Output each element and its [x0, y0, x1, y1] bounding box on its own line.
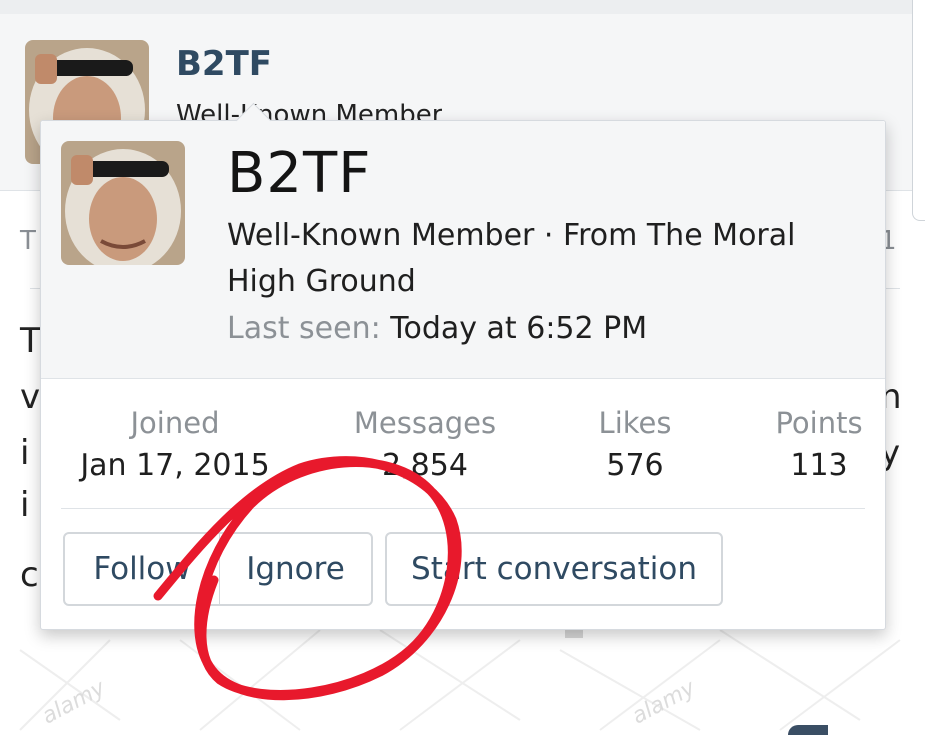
card-username[interactable]: B2TF — [227, 141, 371, 206]
follow-button[interactable]: Follow — [63, 532, 220, 606]
last-seen-value: Today at 6:52 PM — [390, 311, 648, 346]
top-strip — [0, 0, 925, 14]
stat-likes: Likes 576 — [575, 404, 695, 490]
post-text-edge: v — [20, 377, 41, 417]
post-text-edge: c — [20, 555, 39, 595]
scrollbar[interactable] — [912, 0, 925, 221]
stat-joined: Joined Jan 17, 2015 — [61, 404, 289, 490]
post-text-edge: T — [20, 321, 41, 361]
card-user-title: Well-Known Member · From The Moral High … — [227, 218, 796, 299]
card-divider — [61, 508, 865, 509]
stat-messages: Messages 2,854 — [335, 404, 515, 490]
stat-label: Points — [775, 406, 863, 440]
stat-points: Points 113 — [759, 404, 879, 490]
header-user-title: Well-Known Member — [176, 100, 443, 120]
meta-left-edge: T — [20, 226, 36, 256]
header-username[interactable]: B2TF — [176, 44, 272, 84]
card-avatar[interactable] — [61, 141, 185, 265]
member-stats: Joined Jan 17, 2015 Messages 2,854 Likes… — [41, 404, 885, 484]
stat-value[interactable]: 113 — [759, 442, 879, 490]
stat-value[interactable]: 2,854 — [335, 442, 515, 490]
stat-value: Jan 17, 2015 — [80, 448, 270, 483]
stat-label: Joined — [130, 406, 220, 440]
corner-icon — [788, 725, 828, 735]
start-conversation-button[interactable]: Start conversation — [385, 532, 723, 606]
post-text-edge: i — [20, 433, 30, 473]
member-tooltip-card: B2TF Well-Known Member · From The Moral … — [40, 102, 886, 630]
avatar-image — [61, 141, 185, 265]
last-seen: Last seen: Today at 6:52 PM — [227, 311, 647, 346]
last-seen-label: Last seen: — [227, 311, 381, 346]
post-text-edge: i — [20, 485, 30, 525]
stat-value: 576 — [606, 448, 664, 483]
stat-label: Messages — [353, 406, 497, 440]
stat-label: Likes — [598, 406, 672, 440]
ignore-button[interactable]: Ignore — [219, 532, 373, 606]
